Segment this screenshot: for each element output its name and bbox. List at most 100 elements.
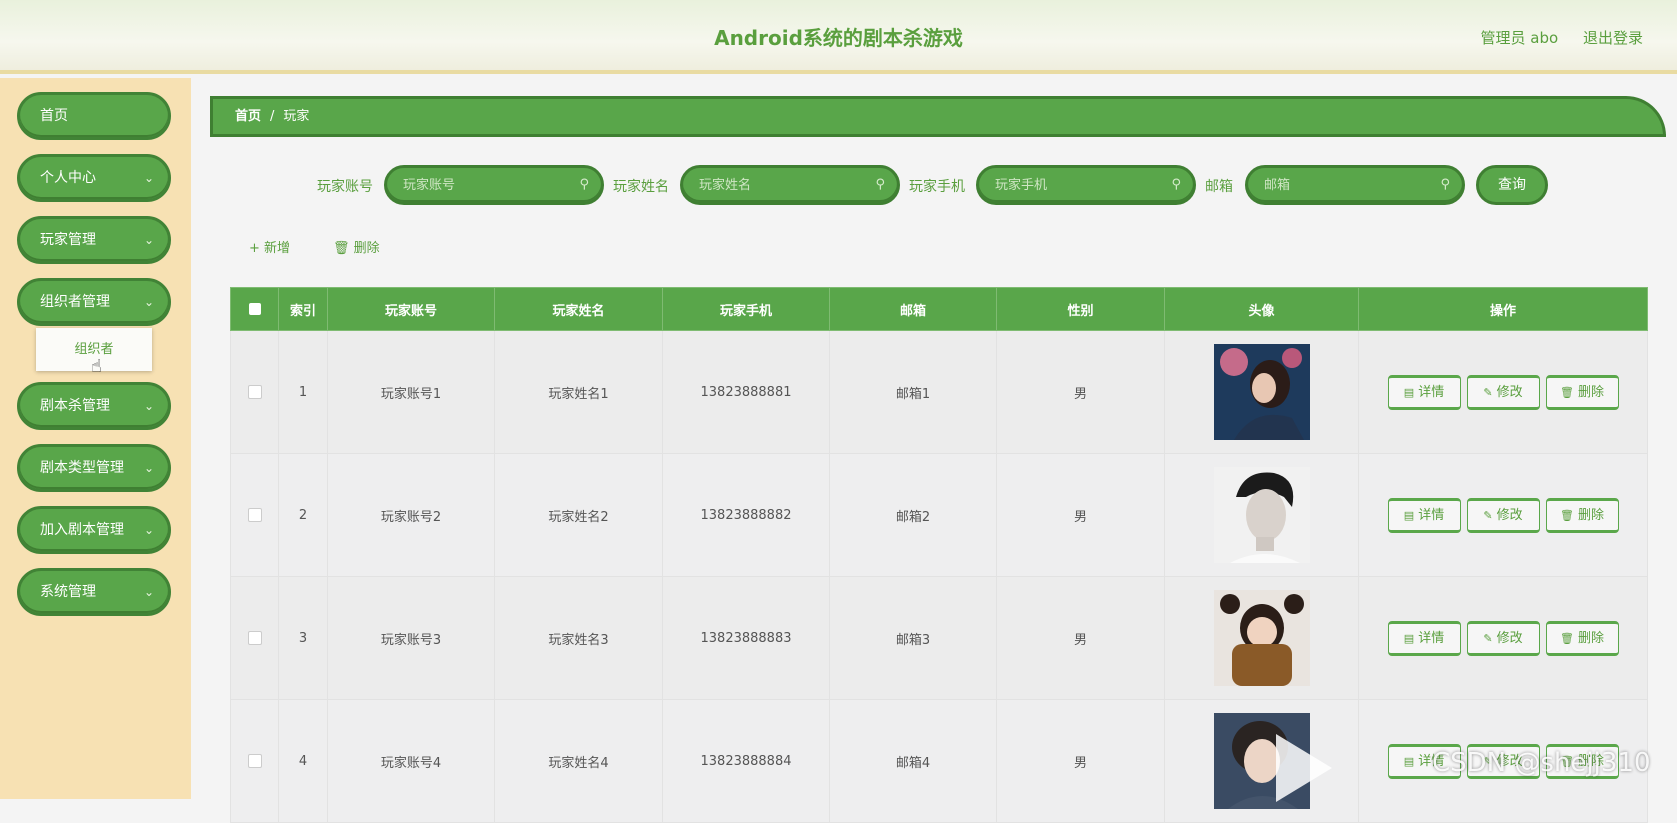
cell-index: 1 — [278, 330, 328, 454]
sidebar-item-join-script-management[interactable]: 加入剧本管理 ⌄ — [17, 506, 171, 554]
search-input-name-box: ⚲ — [680, 165, 900, 205]
cell-phone: 13823888881 — [662, 330, 830, 454]
search-input-email[interactable] — [1262, 177, 1436, 194]
detail-button[interactable]: ▤ 详情 — [1387, 374, 1461, 410]
cell-index: 2 — [278, 453, 328, 577]
search-input-account-box: ⚲ — [384, 165, 604, 205]
cell-name: 玩家姓名3 — [494, 576, 663, 700]
table-header-row: 索引 玩家账号 玩家姓名 玩家手机 邮箱 性别 头像 操作 — [230, 287, 1648, 331]
sidebar-item-personal-center[interactable]: 个人中心 ⌄ — [17, 154, 171, 202]
trash-icon: 🗑 — [333, 241, 350, 256]
edit-button[interactable]: ✎ 修改 — [1466, 620, 1540, 656]
cell-avatar — [1164, 453, 1359, 577]
table-row: 2 玩家账号2 玩家姓名2 13823888882 邮箱2 男 ▤ 详情 ✎ 修改 🗑 删… — [230, 453, 1648, 577]
pencil-icon: ✎ — [1483, 385, 1493, 399]
player-table: 索引 玩家账号 玩家姓名 玩家手机 邮箱 性别 头像 操作 1 玩家账号1 玩家… — [230, 287, 1648, 823]
delete-button[interactable]: 🗑 删除 — [1545, 497, 1619, 533]
breadcrumb-separator: / — [270, 109, 275, 124]
hand-cursor-icon: ☝ — [91, 356, 102, 377]
avatar — [1213, 344, 1310, 440]
cell-gender: 男 — [996, 453, 1165, 577]
cell-index: 4 — [278, 699, 328, 823]
row-select-cell — [230, 576, 279, 700]
column-header-account: 玩家账号 — [327, 287, 495, 331]
detail-button[interactable]: ▤ 详情 — [1387, 620, 1461, 656]
sidebar-item-player-management[interactable]: 玩家管理 ⌄ — [17, 216, 171, 264]
chevron-down-icon: ⌄ — [143, 233, 154, 247]
sidebar-item-script-type-management[interactable]: 剧本类型管理 ⌄ — [17, 444, 171, 492]
column-header-phone: 玩家手机 — [662, 287, 830, 331]
sidebar-item-label: 剧本杀管理 — [40, 398, 110, 414]
avatar — [1213, 467, 1310, 563]
sidebar-item-organizer-management[interactable]: 组织者管理 ⌄ — [17, 278, 171, 326]
table-row: 3 玩家账号3 玩家姓名3 13823888883 邮箱3 男 ▤ 详情 ✎ 修改 🗑 删… — [230, 576, 1648, 700]
search-icon: ⚲ — [579, 177, 589, 192]
sidebar-item-system-management[interactable]: 系统管理 ⌄ — [17, 568, 171, 616]
cell-account: 玩家账号4 — [327, 699, 495, 823]
search-input-name[interactable] — [697, 177, 871, 194]
query-button[interactable]: 查询 — [1476, 165, 1548, 205]
sidebar-item-label: 系统管理 — [40, 584, 96, 600]
cell-account: 玩家账号2 — [327, 453, 495, 577]
sidebar-item-label: 组织者管理 — [40, 294, 110, 310]
search-label-account: 玩家账号 — [317, 179, 373, 195]
cell-email: 邮箱3 — [829, 576, 997, 700]
breadcrumb-current: 玩家 — [283, 109, 310, 124]
column-header-index: 索引 — [278, 287, 328, 331]
sidebar-item-label: 加入剧本管理 — [40, 522, 124, 538]
cell-phone: 13823888884 — [662, 699, 830, 823]
search-input-account[interactable] — [401, 177, 575, 194]
sidebar-item-label: 首页 — [40, 108, 68, 124]
search-input-email-box: ⚲ — [1245, 165, 1465, 205]
chevron-down-icon: ⌄ — [143, 523, 154, 537]
cell-name: 玩家姓名2 — [494, 453, 663, 577]
cell-account: 玩家账号3 — [327, 576, 495, 700]
cell-phone: 13823888883 — [662, 576, 830, 700]
sidebar-item-label: 个人中心 — [40, 170, 96, 186]
search-label-phone: 玩家手机 — [909, 179, 965, 195]
table-row: 1 玩家账号1 玩家姓名1 13823888881 邮箱1 男 ▤ 详情 ✎ 修改 🗑 删… — [230, 330, 1648, 454]
logout-link[interactable]: 退出登录 — [1583, 29, 1643, 47]
row-checkbox[interactable] — [247, 631, 262, 645]
detail-button[interactable]: ▤ 详情 — [1387, 497, 1461, 533]
delete-button[interactable]: 🗑 删除 — [1545, 374, 1619, 410]
sidebar-item-home[interactable]: 首页 — [17, 92, 171, 140]
column-header-gender: 性别 — [996, 287, 1165, 331]
add-button[interactable]: + 新增 — [249, 237, 290, 256]
column-header-name: 玩家姓名 — [494, 287, 663, 331]
cell-gender: 男 — [996, 576, 1165, 700]
row-checkbox[interactable] — [247, 385, 262, 399]
cell-gender: 男 — [996, 330, 1165, 454]
breadcrumb-home[interactable]: 首页 — [235, 109, 261, 124]
watermark: CSDN @shejj310 — [1432, 748, 1651, 778]
batch-delete-button[interactable]: 🗑 删除 — [333, 237, 380, 256]
search-icon: ⚲ — [1171, 177, 1181, 192]
pencil-icon: ✎ — [1483, 631, 1493, 645]
cell-email: 邮箱4 — [829, 699, 997, 823]
cell-index: 3 — [278, 576, 328, 700]
cell-account: 玩家账号1 — [327, 330, 495, 454]
edit-button[interactable]: ✎ 修改 — [1466, 497, 1540, 533]
edit-button[interactable]: ✎ 修改 — [1466, 374, 1540, 410]
document-icon: ▤ — [1403, 508, 1415, 522]
row-checkbox[interactable] — [247, 754, 262, 768]
delete-button[interactable]: 🗑 删除 — [1545, 620, 1619, 656]
search-input-phone[interactable] — [993, 177, 1167, 194]
plus-icon: + — [249, 241, 260, 256]
play-icon — [1276, 734, 1332, 802]
row-checkbox[interactable] — [247, 508, 262, 522]
document-icon: ▤ — [1403, 631, 1415, 645]
row-select-cell — [230, 330, 279, 454]
app-title: Android系统的剧本杀游戏 — [714, 26, 963, 50]
cell-phone: 13823888882 — [662, 453, 830, 577]
column-header-actions: 操作 — [1358, 287, 1648, 331]
search-input-phone-box: ⚲ — [976, 165, 1196, 205]
add-button-label: 新增 — [264, 241, 291, 256]
header-user-area: 管理员 abo 退出登录 — [1461, 27, 1643, 48]
sidebar-item-script-management[interactable]: 剧本杀管理 ⌄ — [17, 382, 171, 430]
select-all-checkbox[interactable] — [248, 303, 261, 315]
cell-email: 邮箱2 — [829, 453, 997, 577]
search-label-name: 玩家姓名 — [613, 179, 669, 195]
trash-icon: 🗑 — [1560, 508, 1574, 522]
trash-icon: 🗑 — [1560, 385, 1574, 399]
